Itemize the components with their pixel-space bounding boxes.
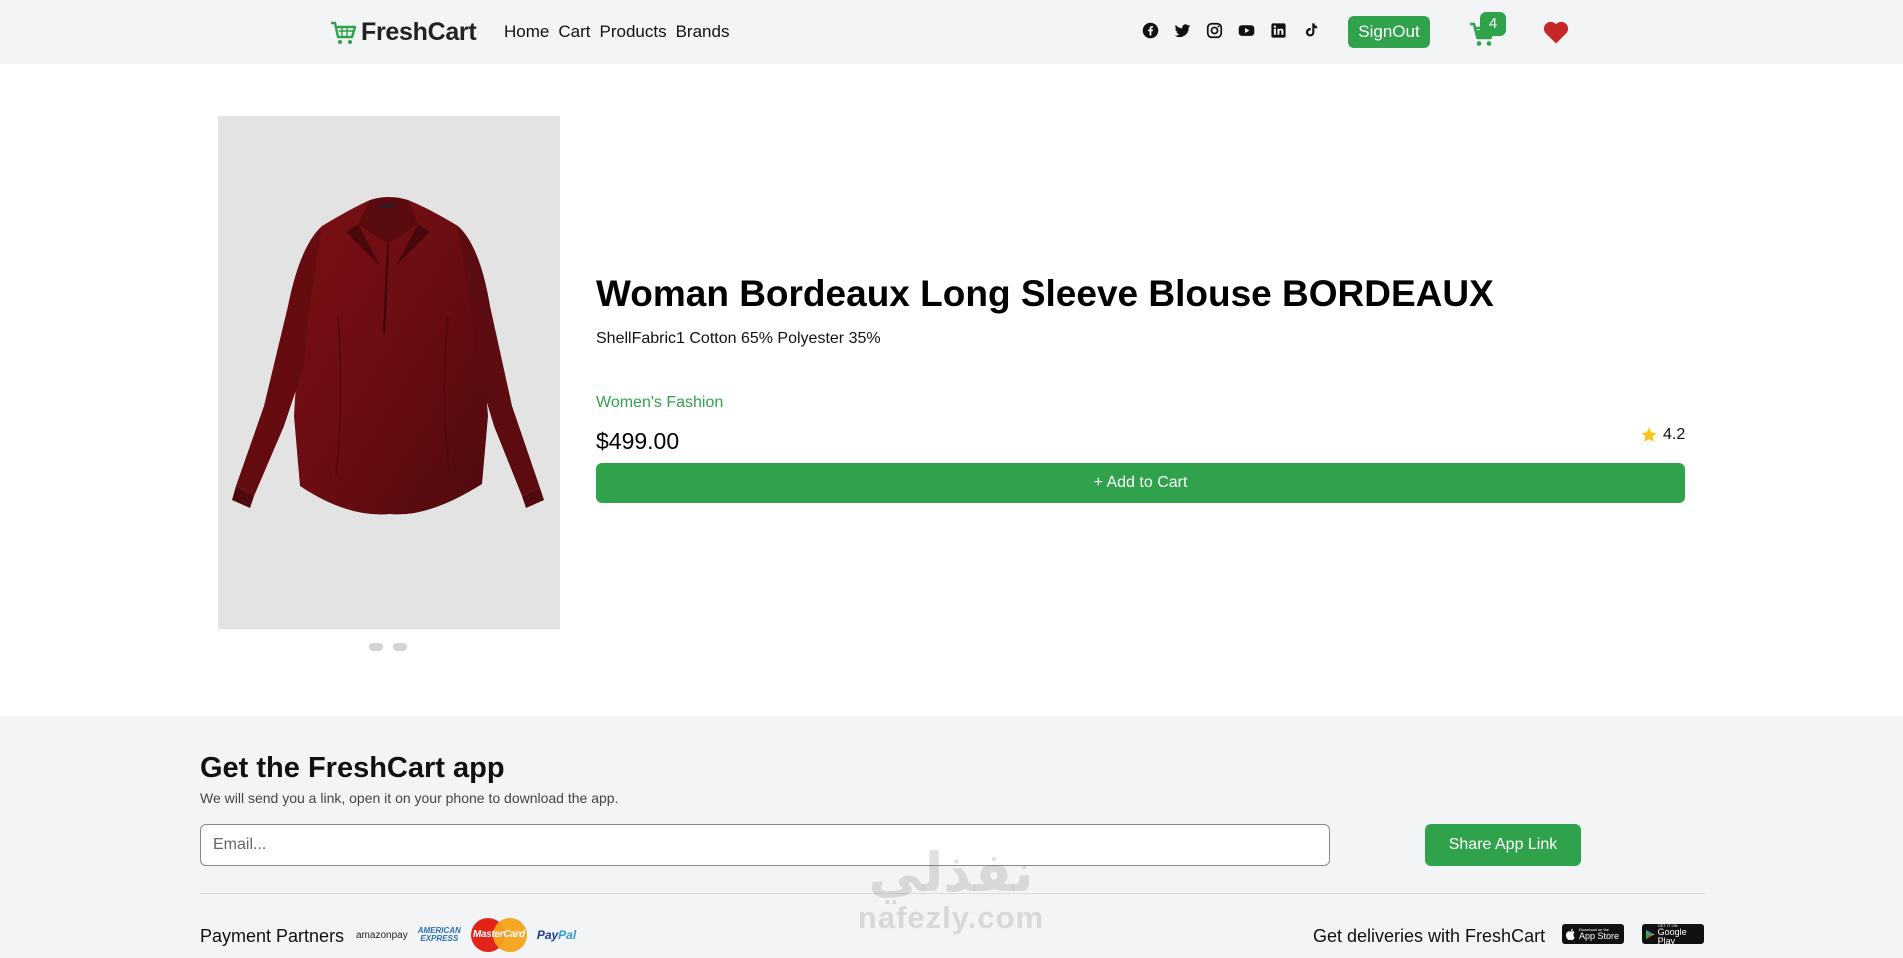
app-promo-title: Get the FreshCart app [200,752,505,784]
carousel-dot[interactable] [369,643,383,651]
mastercard-logo: MasterCard [470,918,527,952]
deliveries-label: Get deliveries with FreshCart [1313,926,1546,946]
amazon-pay-suffix: pay [391,929,408,941]
google-play-icon [1646,929,1655,939]
facebook-icon[interactable] [1142,22,1159,39]
main-nav: Home Cart Products Brands [504,22,729,42]
product-image[interactable] [218,116,560,629]
add-to-cart-button[interactable]: + Add to Cart [596,463,1685,503]
nav-products[interactable]: Products [599,22,666,42]
instagram-icon[interactable] [1206,22,1223,39]
brand-name: FreshCart [361,18,477,46]
american-express-logo: AMERICAN EXPRESS [418,927,461,943]
cart-logo-icon [331,21,357,44]
tiktok-icon[interactable] [1302,22,1319,39]
nav-home[interactable]: Home [504,22,549,42]
cart-count-badge: 4 [1480,12,1506,36]
product-rating: 4.2 [1640,426,1685,444]
product-category: Women's Fashion [596,394,724,411]
amazon-pay-logo: amazonpay [356,930,408,941]
apple-icon [1566,928,1575,940]
youtube-icon[interactable] [1238,22,1255,39]
blouse-image [232,197,544,515]
rating-value: 4.2 [1663,426,1686,443]
twitter-icon[interactable] [1174,22,1191,39]
google-play-badge[interactable]: GET IT ON Google Play [1642,923,1704,946]
nav-cart[interactable]: Cart [558,22,590,42]
brand-logo[interactable]: FreshCart [329,18,477,47]
linkedin-icon[interactable] [1270,22,1287,39]
footer: Get the FreshCart app We will send you a… [0,716,1903,958]
product-title: Woman Bordeaux Long Sleeve Blouse BORDEA… [596,273,1494,314]
google-play-text: Google Play [1657,926,1687,946]
mastercard-logo-text: MasterCard [472,929,525,940]
email-input[interactable] [200,824,1330,866]
nav-brands[interactable]: Brands [676,22,730,42]
signout-button[interactable]: SignOut [1348,16,1430,48]
share-app-link-button[interactable]: Share App Link [1425,824,1581,866]
amex-line-2: EXPRESS [420,934,459,943]
cart-button[interactable]: 4 [1468,12,1508,50]
navbar: FreshCart Home Cart Products Brands Sign… [0,0,1903,64]
wishlist-heart-icon[interactable] [1542,19,1570,45]
paypal-logo: PayPal [537,928,576,942]
paypal-logo-pay: Pay [536,928,559,942]
carousel-dot[interactable] [393,643,407,651]
product-description: ShellFabric1 Cotton 65% Polyester 35% [596,330,881,347]
payment-logos: amazonpay AMERICAN EXPRESS MasterCard Pa… [356,918,576,952]
amazon-logo-text: amazon [356,929,392,941]
image-carousel-dots [369,643,407,651]
app-store-badge[interactable]: Download on the App Store [1562,924,1624,944]
paypal-logo-pal: Pal [558,928,577,942]
footer-divider [200,893,1705,894]
app-store-text: App Store [1579,931,1620,941]
product-price: $499.00 [596,428,680,454]
app-promo-subtitle: We will send you a link, open it on your… [200,790,619,806]
star-icon [1641,427,1657,442]
social-links [1142,22,1319,39]
payment-partners-label: Payment Partners [200,926,345,946]
